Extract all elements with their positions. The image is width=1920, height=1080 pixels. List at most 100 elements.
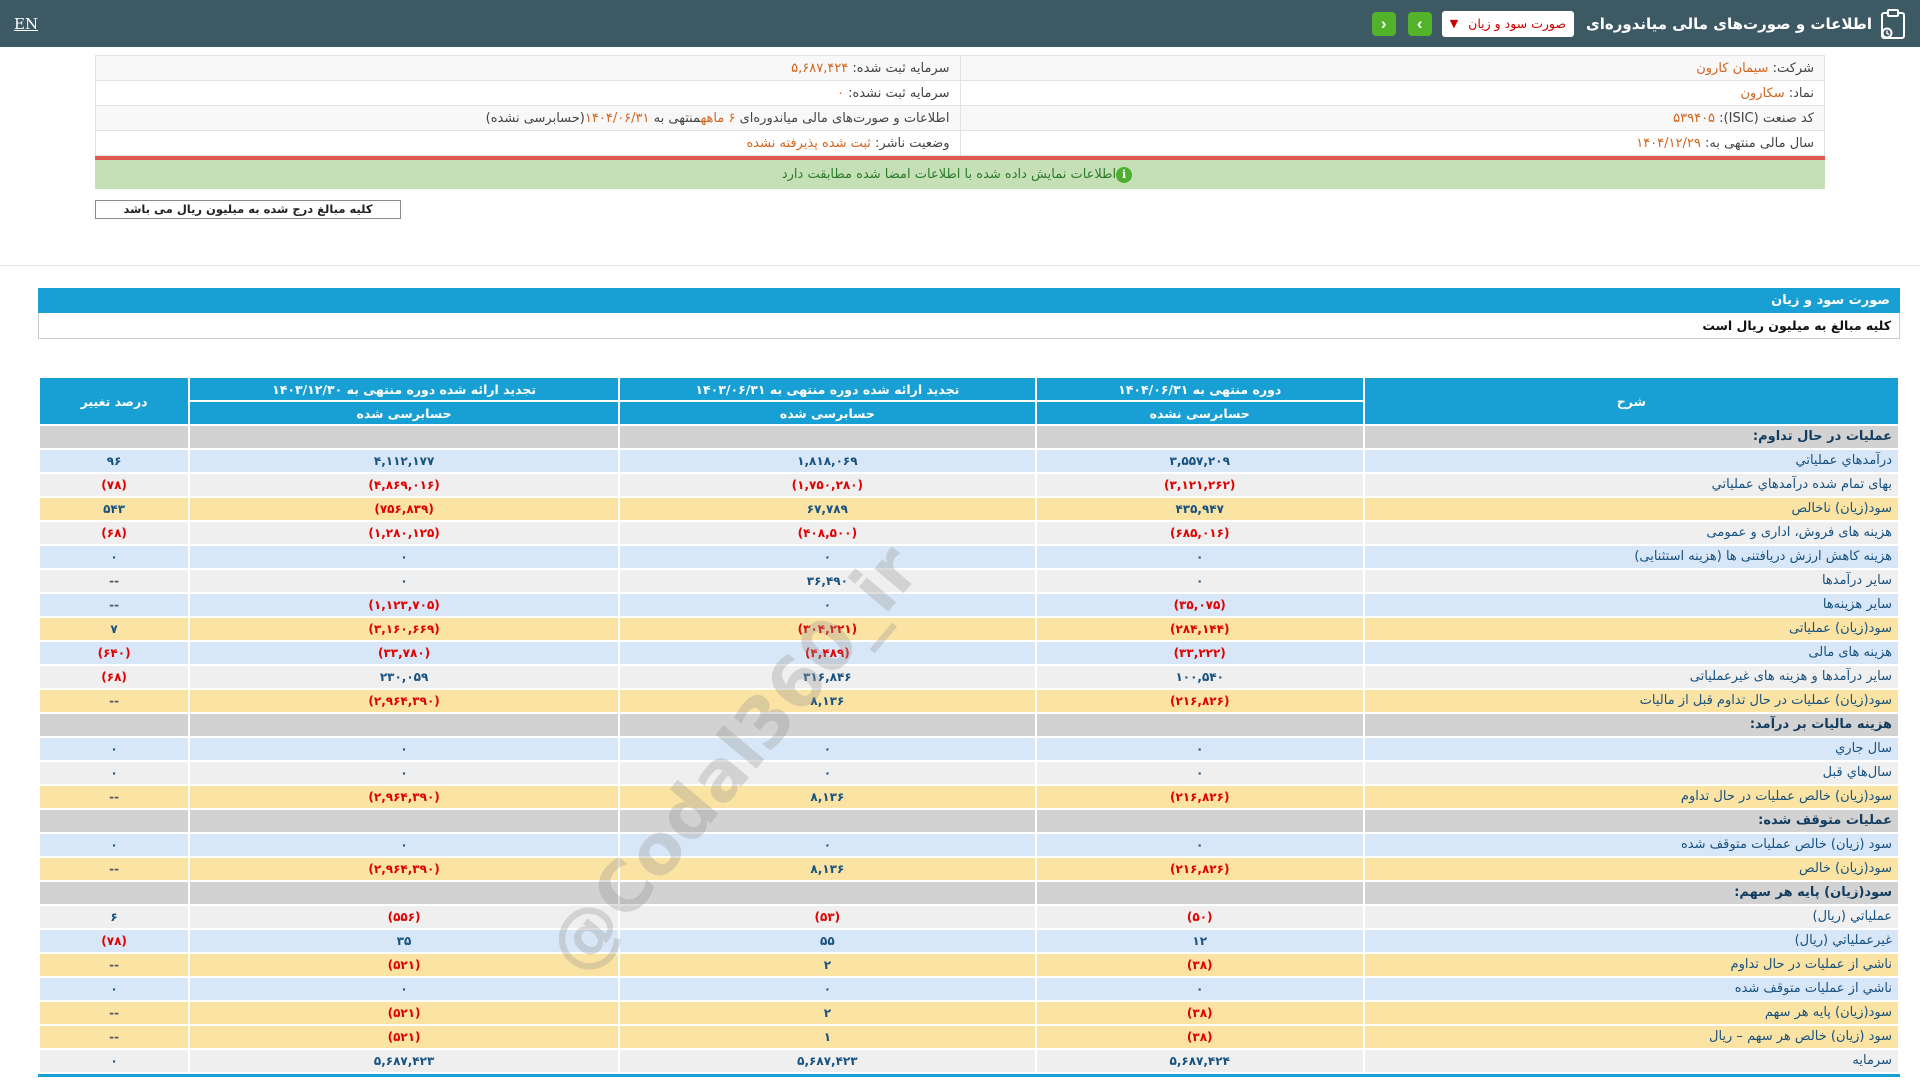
row-value: [1037, 882, 1363, 904]
company-label: نماد:: [1785, 86, 1814, 101]
company-value: ۱۴۰۴/۱۲/۲۹: [1636, 136, 1701, 151]
row-label: سایر درآمدها: [1365, 570, 1898, 592]
row-value: --: [40, 690, 188, 712]
table-row: سود(زیان) عملیات در حال تداوم قبل از مال…: [40, 690, 1898, 712]
table-row: سایر درآمدها۰۳۶,۴۹۰۰--: [40, 570, 1898, 592]
row-value: (۵۲۱): [190, 1026, 618, 1048]
header-period-current: دوره منتهی به ۱۴۰۴/۰۶/۳۱: [1037, 378, 1363, 400]
row-value: (۵۰): [1037, 906, 1363, 928]
row-value: (۷۵۶,۸۳۹): [190, 498, 618, 520]
row-value: ۳,۵۵۷,۲۰۹: [1037, 450, 1363, 472]
row-label: سود(زیان) عملیات در حال تداوم قبل از مال…: [1365, 690, 1898, 712]
row-value: (۵۲۱): [190, 1002, 618, 1024]
company-value: ۵۳۹۴۰۵: [1673, 111, 1715, 126]
section-row: عملیات در حال تداوم:: [40, 426, 1898, 448]
company-value: ۱۴۰۴/۰۶/۳۱: [585, 111, 650, 126]
row-label: بهای تمام شده درآمدهاي عملياتي: [1365, 474, 1898, 496]
table-row: هزینه های فروش، اداری و عمومی(۶۸۵,۰۱۶)(۴…: [40, 522, 1898, 544]
row-value: (۷۸): [40, 474, 188, 496]
company-value: ثبت شده پذیرفته نشده: [747, 136, 871, 151]
row-label: غیرعملیاتي (ریال): [1365, 930, 1898, 952]
row-value: (۵۵۶): [190, 906, 618, 928]
row-value: ۸,۱۳۶: [620, 858, 1035, 880]
next-statement-button[interactable]: ›: [1408, 12, 1432, 36]
row-label: هزینه مالیات بر درآمد:: [1365, 714, 1898, 736]
row-value: (۱,۲۸۰,۱۲۵): [190, 522, 618, 544]
table-row: بهای تمام شده درآمدهاي عملياتي(۳,۱۲۱,۲۶۲…: [40, 474, 1898, 496]
row-value: (۶۸): [40, 522, 188, 544]
language-toggle-en[interactable]: EN: [14, 15, 38, 33]
table-row: غیرعملیاتي (ریال)۱۲۵۵۳۵(۷۸): [40, 930, 1898, 952]
row-value: ۰: [620, 738, 1035, 760]
company-row: کد صنعت (ISIC): ۵۳۹۴۰۵اطلاعات و صورت‌های…: [96, 106, 1825, 131]
row-value: ۰: [1037, 738, 1363, 760]
statement-type-dropdown[interactable]: صورت سود و زیان ▼: [1442, 11, 1574, 37]
company-label: (حسابرسی نشده): [486, 111, 585, 126]
row-value: (۲,۹۶۴,۳۹۰): [190, 690, 618, 712]
row-value: (۶۸): [40, 666, 188, 688]
row-value: [190, 714, 618, 736]
row-value: (۳۰۴,۲۲۱): [620, 618, 1035, 640]
row-value: (۳۸): [1037, 1026, 1363, 1048]
table-row: سود(زیان) ناخالص۴۳۵,۹۴۷۶۷,۷۸۹(۷۵۶,۸۳۹)۵۴…: [40, 498, 1898, 520]
header-description: شرح: [1365, 378, 1898, 424]
row-value: (۲,۹۶۴,۳۹۰): [190, 858, 618, 880]
company-label: منتهی به: [650, 111, 701, 126]
income-statement-table: شرح دوره منتهی به ۱۴۰۴/۰۶/۳۱ تجدید ارائه…: [38, 376, 1900, 1077]
company-cell-left: اطلاعات و صورت‌های مالی میاندوره‌ای ۶ ما…: [96, 106, 961, 131]
row-value: (۳۳,۲۲۲): [1037, 642, 1363, 664]
table-row: سود (زیان) خالص عملیات متوقف شده۰۰۰۰: [40, 834, 1898, 856]
row-value: ۰: [620, 762, 1035, 784]
row-value: ۰: [40, 762, 188, 784]
row-value: [40, 810, 188, 832]
top-bar: اطلاعات و صورت‌های مالی میاندوره‌ای صورت…: [0, 0, 1920, 47]
row-value: ۱: [620, 1026, 1035, 1048]
table-row: ناشي از عملیات متوقف شده۰۰۰۰: [40, 978, 1898, 1000]
row-value: ۳۱۶,۸۴۶: [620, 666, 1035, 688]
row-label: سود(زیان) خالص: [1365, 858, 1898, 880]
row-value: (۵۲۱): [190, 954, 618, 976]
row-value: ۲: [620, 1002, 1035, 1024]
row-label: سود(زیان) پایه هر سهم:: [1365, 882, 1898, 904]
row-label: هزینه کاهش ارزش دریافتنی ها (هزینه استثن…: [1365, 546, 1898, 568]
row-value: [620, 882, 1035, 904]
row-value: ۵,۶۸۷,۴۲۳: [620, 1050, 1035, 1072]
row-value: ۰: [40, 834, 188, 856]
row-value: (۳۳,۷۸۰): [190, 642, 618, 664]
table-row: عملیاتي (ریال)(۵۰)(۵۳)(۵۵۶)۶: [40, 906, 1898, 928]
report-clipboard-icon: [1880, 9, 1906, 39]
row-label: ناشي از عملیات در حال تداوم: [1365, 954, 1898, 976]
row-label: سود(زیان) پایه هر سهم: [1365, 1002, 1898, 1024]
row-value: ۰: [620, 594, 1035, 616]
row-value: ۰: [190, 762, 618, 784]
row-value: (۲۱۶,۸۲۶): [1037, 786, 1363, 808]
company-cell-right: سال مالی منتهی به: ۱۴۰۴/۱۲/۲۹: [960, 131, 1825, 156]
company-row: شرکت: سیمان کارونسرمایه ثبت شده: ۵,۶۸۷,۴…: [96, 56, 1825, 81]
header-audit-status-3: حسابرسی شده: [190, 402, 618, 424]
row-value: ۵,۶۸۷,۴۲۳: [190, 1050, 618, 1072]
row-value: ۰: [620, 834, 1035, 856]
row-value: ۶۷,۷۸۹: [620, 498, 1035, 520]
company-label: شرکت:: [1768, 61, 1814, 76]
row-value: ۱۰۰,۵۴۰: [1037, 666, 1363, 688]
row-value: ۲۳۰,۰۵۹: [190, 666, 618, 688]
row-value: ۰: [1037, 834, 1363, 856]
previous-statement-button[interactable]: ‹: [1372, 12, 1396, 36]
row-value: ۳۵: [190, 930, 618, 952]
row-label: درآمدهاي عملياتي: [1365, 450, 1898, 472]
company-label: اطلاعات و صورت‌های مالی میاندوره‌ای: [735, 111, 949, 126]
row-value: [1037, 714, 1363, 736]
row-value: ۲: [620, 954, 1035, 976]
amounts-unit-button[interactable]: کلیه مبالغ درج شده به میلیون ریال می باش…: [95, 200, 401, 219]
row-value: ۰: [190, 546, 618, 568]
company-info-table: شرکت: سیمان کارونسرمایه ثبت شده: ۵,۶۸۷,۴…: [95, 55, 1825, 156]
company-cell-left: سرمایه ثبت شده: ۵,۶۸۷,۴۲۴: [96, 56, 961, 81]
page-title: اطلاعات و صورت‌های مالی میاندوره‌ای: [1586, 15, 1872, 33]
row-label: عملیات در حال تداوم:: [1365, 426, 1898, 448]
row-value: (۶۴۰): [40, 642, 188, 664]
row-value: ۰: [190, 570, 618, 592]
row-value: ۸,۱۳۶: [620, 690, 1035, 712]
section-divider: [0, 265, 1920, 266]
company-label: سرمایه ثبت نشده:: [844, 86, 950, 101]
row-value: --: [40, 1002, 188, 1024]
